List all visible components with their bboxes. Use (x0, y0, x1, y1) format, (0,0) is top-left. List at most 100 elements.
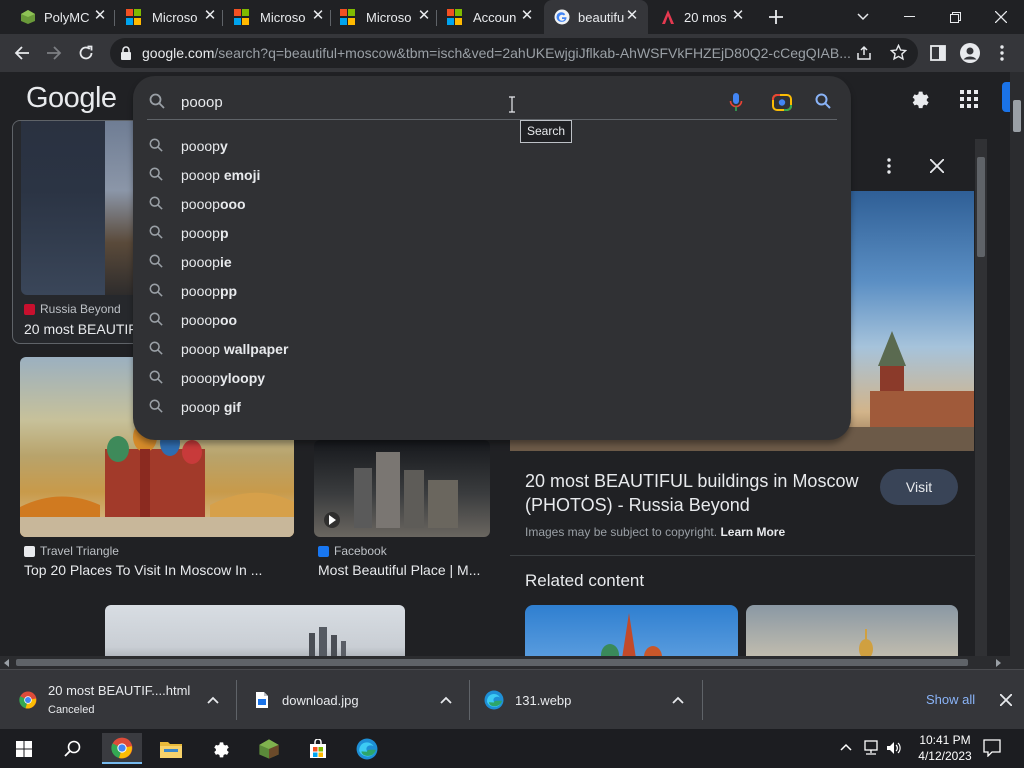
result-title[interactable]: 20 most BEAUTIF (24, 321, 137, 337)
google-logo[interactable]: Google (26, 82, 117, 115)
panel-close-button[interactable] (926, 155, 948, 177)
tab-microsoft-1[interactable]: Microso ✕ (126, 0, 218, 34)
suggestion-item[interactable]: pooopyloopy (133, 363, 851, 392)
suggestion-item[interactable]: pooopooo (133, 189, 851, 218)
suggestion-item[interactable]: pooop wallpaper (133, 334, 851, 363)
tab-divider (436, 10, 437, 26)
start-button[interactable] (4, 733, 44, 764)
download-item[interactable]: 131.webp (470, 670, 702, 730)
tab-divider (114, 10, 115, 26)
horizontal-scrollbar-thumb[interactable] (16, 659, 968, 666)
chevron-up-icon[interactable] (205, 692, 221, 708)
result-title[interactable]: Top 20 Places To Visit In Moscow In ... (24, 562, 262, 578)
suggestion-item[interactable]: pooopp (133, 218, 851, 247)
visit-button[interactable]: Visit (880, 469, 958, 505)
result-image[interactable] (21, 121, 141, 295)
close-window-button[interactable] (978, 0, 1024, 34)
chevron-up-icon[interactable] (840, 743, 852, 751)
page-scrollbar[interactable] (1010, 72, 1024, 656)
close-tab-icon[interactable]: ✕ (730, 8, 746, 24)
taskbar-clock[interactable]: 10:41 PM 4/12/2023 (915, 732, 975, 764)
suggestion-item[interactable]: pooopie (133, 247, 851, 276)
scroll-left-icon[interactable] (4, 659, 10, 667)
tab-microsoft-3[interactable]: Microso ✕ (340, 0, 432, 34)
taskbar-chrome[interactable] (102, 733, 142, 764)
reload-button[interactable] (72, 39, 100, 67)
suggestion-item[interactable]: poooppp (133, 276, 851, 305)
learn-more-link[interactable]: Learn More (720, 525, 785, 539)
taskbar-store[interactable] (298, 733, 338, 764)
related-image-2[interactable] (746, 605, 958, 656)
download-item[interactable]: 20 most BEAUTIF....html Canceled (0, 670, 236, 730)
result-card-selected[interactable]: Russia Beyond 20 most BEAUTIF (12, 120, 142, 344)
taskbar-file-explorer[interactable] (151, 733, 191, 764)
address-bar[interactable]: google.com/search?q=beautiful+moscow&tbm… (110, 38, 918, 68)
taskbar-search-button[interactable] (52, 733, 92, 764)
suggestion-item[interactable]: pooopoo (133, 305, 851, 334)
scroll-right-icon[interactable] (995, 659, 1001, 667)
preview-title[interactable]: 20 most BEAUTIFUL buildings in Moscow (P… (525, 469, 870, 517)
new-tab-button[interactable] (754, 0, 798, 34)
profile-button[interactable] (956, 39, 984, 67)
back-button[interactable] (8, 39, 36, 67)
show-all-button[interactable]: Show all (926, 692, 975, 707)
horizontal-scrollbar[interactable] (0, 656, 1024, 669)
search-icon (149, 93, 165, 109)
forward-button[interactable] (40, 39, 68, 67)
chevron-up-icon[interactable] (438, 692, 454, 708)
search-submit-icon[interactable] (815, 93, 831, 109)
suggestion-item[interactable]: pooop emoji (133, 160, 851, 189)
close-tab-icon[interactable]: ✕ (416, 8, 432, 24)
tab-20-most[interactable]: 20 mos ✕ (660, 0, 746, 34)
search-input[interactable]: pooop (181, 94, 223, 111)
tab-polymc[interactable]: PolyMC ✕ (20, 0, 108, 34)
avatar-icon (960, 43, 980, 63)
notification-icon[interactable] (983, 739, 1001, 757)
close-icon[interactable] (1000, 694, 1012, 706)
close-tab-icon[interactable]: ✕ (624, 8, 640, 24)
result-image-city-skyline[interactable] (105, 605, 405, 656)
suggestion-item[interactable]: pooopy (133, 131, 851, 160)
download-item[interactable]: download.jpg (237, 670, 469, 730)
result-image-facebook[interactable] (314, 440, 490, 537)
taskbar-edge[interactable] (347, 733, 387, 764)
chrome-menu-button[interactable] (988, 39, 1016, 67)
download-bar: 20 most BEAUTIF....html Canceled downloa… (0, 669, 1024, 729)
microphone-icon[interactable] (729, 92, 743, 112)
panel-scrollbar[interactable] (975, 139, 987, 656)
bookmark-star-icon[interactable] (890, 44, 907, 61)
tab-beautiful-moscow[interactable]: beautifu ✕ (544, 0, 648, 34)
network-icon[interactable] (862, 740, 880, 756)
close-tab-icon[interactable]: ✕ (202, 8, 218, 24)
text-cursor-icon (509, 96, 515, 113)
share-icon[interactable] (856, 45, 872, 61)
close-tab-icon[interactable]: ✕ (310, 8, 326, 24)
taskbar-minecraft[interactable] (249, 733, 289, 764)
result-title[interactable]: Most Beautiful Place | M... (318, 562, 480, 578)
tab-search-button[interactable] (840, 0, 886, 34)
page-scrollbar-thumb[interactable] (1013, 100, 1021, 132)
chevron-up-icon[interactable] (670, 692, 686, 708)
gear-icon (912, 91, 929, 109)
search-icon (149, 138, 163, 152)
side-panel-button[interactable] (924, 39, 952, 67)
close-tab-icon[interactable]: ✕ (92, 8, 108, 24)
settings-button[interactable] (904, 84, 934, 114)
apps-button[interactable] (956, 86, 982, 112)
suggestion-item[interactable]: pooop gif (133, 392, 851, 421)
restore-button[interactable] (932, 0, 978, 34)
panel-scrollbar-thumb[interactable] (977, 157, 985, 257)
camera-lens-icon[interactable] (772, 92, 792, 112)
suggestion-text: pooopoo (181, 312, 237, 328)
related-image-1[interactable] (525, 605, 738, 656)
volume-icon[interactable] (886, 740, 902, 756)
panel-more-button[interactable] (878, 155, 900, 177)
tab-strip: PolyMC ✕ Microso ✕ Microso ✕ Microso ✕ A… (0, 0, 1024, 34)
account-avatar-edge[interactable] (1002, 82, 1010, 112)
close-tab-icon[interactable]: ✕ (519, 8, 535, 24)
minimize-button[interactable] (886, 0, 932, 34)
taskbar-settings[interactable] (200, 733, 240, 764)
tab-account[interactable]: Accoun ✕ (447, 0, 535, 34)
tab-microsoft-2[interactable]: Microso ✕ (234, 0, 326, 34)
search-divider (147, 119, 837, 120)
